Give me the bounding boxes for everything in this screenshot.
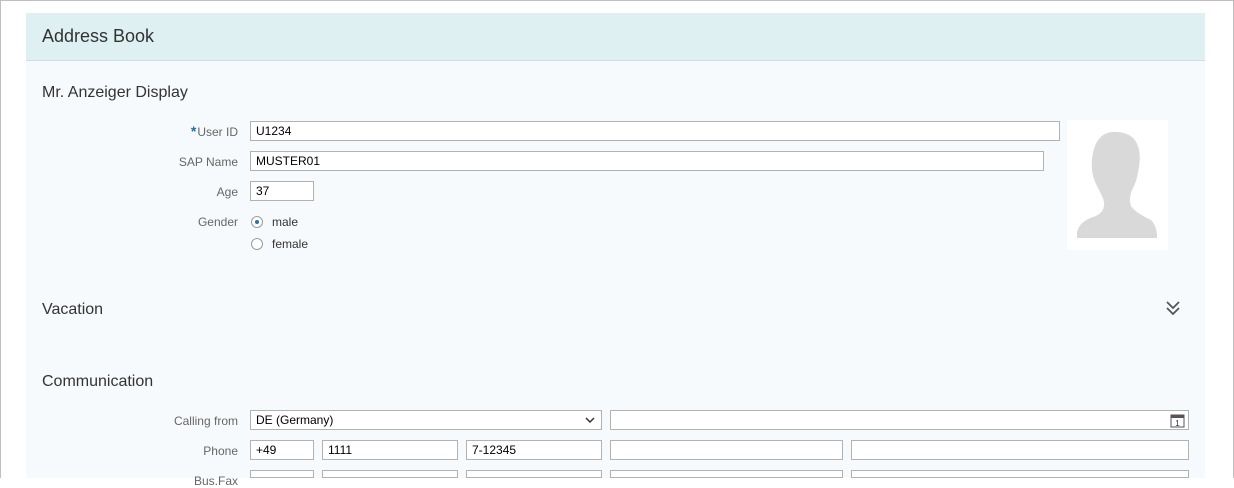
radio-selected-dot bbox=[255, 220, 259, 224]
vacation-section-title: Vacation bbox=[42, 301, 104, 318]
phone-label: Phone bbox=[203, 444, 238, 458]
fax-label: Bus.Fax bbox=[193, 474, 238, 488]
phone-comment-input[interactable] bbox=[851, 440, 1189, 460]
fax-country-code-input[interactable] bbox=[250, 470, 314, 478]
user-id-label: *User ID bbox=[78, 123, 238, 139]
age-input[interactable]: 37 bbox=[250, 181, 314, 201]
calling-from-selected-value: DE (Germany) bbox=[256, 413, 334, 427]
phone-number-input[interactable]: 7-12345 bbox=[466, 440, 602, 460]
panel-title: Address Book bbox=[42, 26, 155, 46]
phone-country-code-input[interactable]: +49 bbox=[250, 440, 314, 460]
address-book-panel: Address Book Mr. Anzeiger Display *User … bbox=[26, 13, 1205, 488]
fax-extension-input[interactable] bbox=[610, 470, 843, 478]
sap-name-input[interactable]: MUSTER01 bbox=[250, 151, 1044, 171]
fax-area-code-input[interactable] bbox=[322, 470, 458, 478]
double-chevron-down-icon[interactable] bbox=[1164, 299, 1182, 317]
fax-comment-input[interactable] bbox=[851, 470, 1189, 478]
calling-from-label: Calling from bbox=[173, 414, 238, 428]
phone-extension-input[interactable] bbox=[610, 440, 843, 460]
gender-female-label[interactable]: female bbox=[272, 237, 308, 251]
phone-area-code-input[interactable]: 1111 bbox=[322, 440, 458, 460]
window-left-border bbox=[0, 0, 1, 478]
fax-number-input[interactable] bbox=[466, 470, 602, 478]
calling-from-extra-input[interactable]: 1 bbox=[610, 410, 1189, 430]
svg-text:1: 1 bbox=[1175, 419, 1180, 428]
panel-header: Address Book bbox=[26, 13, 1205, 61]
chevron-down-icon bbox=[585, 417, 595, 424]
user-id-label-text: User ID bbox=[197, 125, 238, 139]
calling-from-select[interactable]: DE (Germany) bbox=[250, 410, 602, 430]
window-top-border bbox=[0, 0, 1234, 1]
required-marker: * bbox=[190, 123, 197, 139]
communication-section-title: Communication bbox=[42, 373, 154, 390]
gender-male-label[interactable]: male bbox=[272, 215, 298, 229]
gender-male-radio[interactable] bbox=[251, 216, 263, 228]
user-id-input[interactable]: U1234 bbox=[250, 121, 1060, 141]
sap-name-label: SAP Name bbox=[178, 155, 238, 169]
calendar-icon[interactable]: 1 bbox=[1170, 413, 1185, 428]
age-label: Age bbox=[216, 185, 238, 199]
person-silhouette-icon bbox=[1067, 120, 1168, 250]
person-section-title: Mr. Anzeiger Display bbox=[42, 84, 188, 101]
gender-label: Gender bbox=[197, 215, 238, 229]
gender-female-radio[interactable] bbox=[251, 238, 263, 250]
